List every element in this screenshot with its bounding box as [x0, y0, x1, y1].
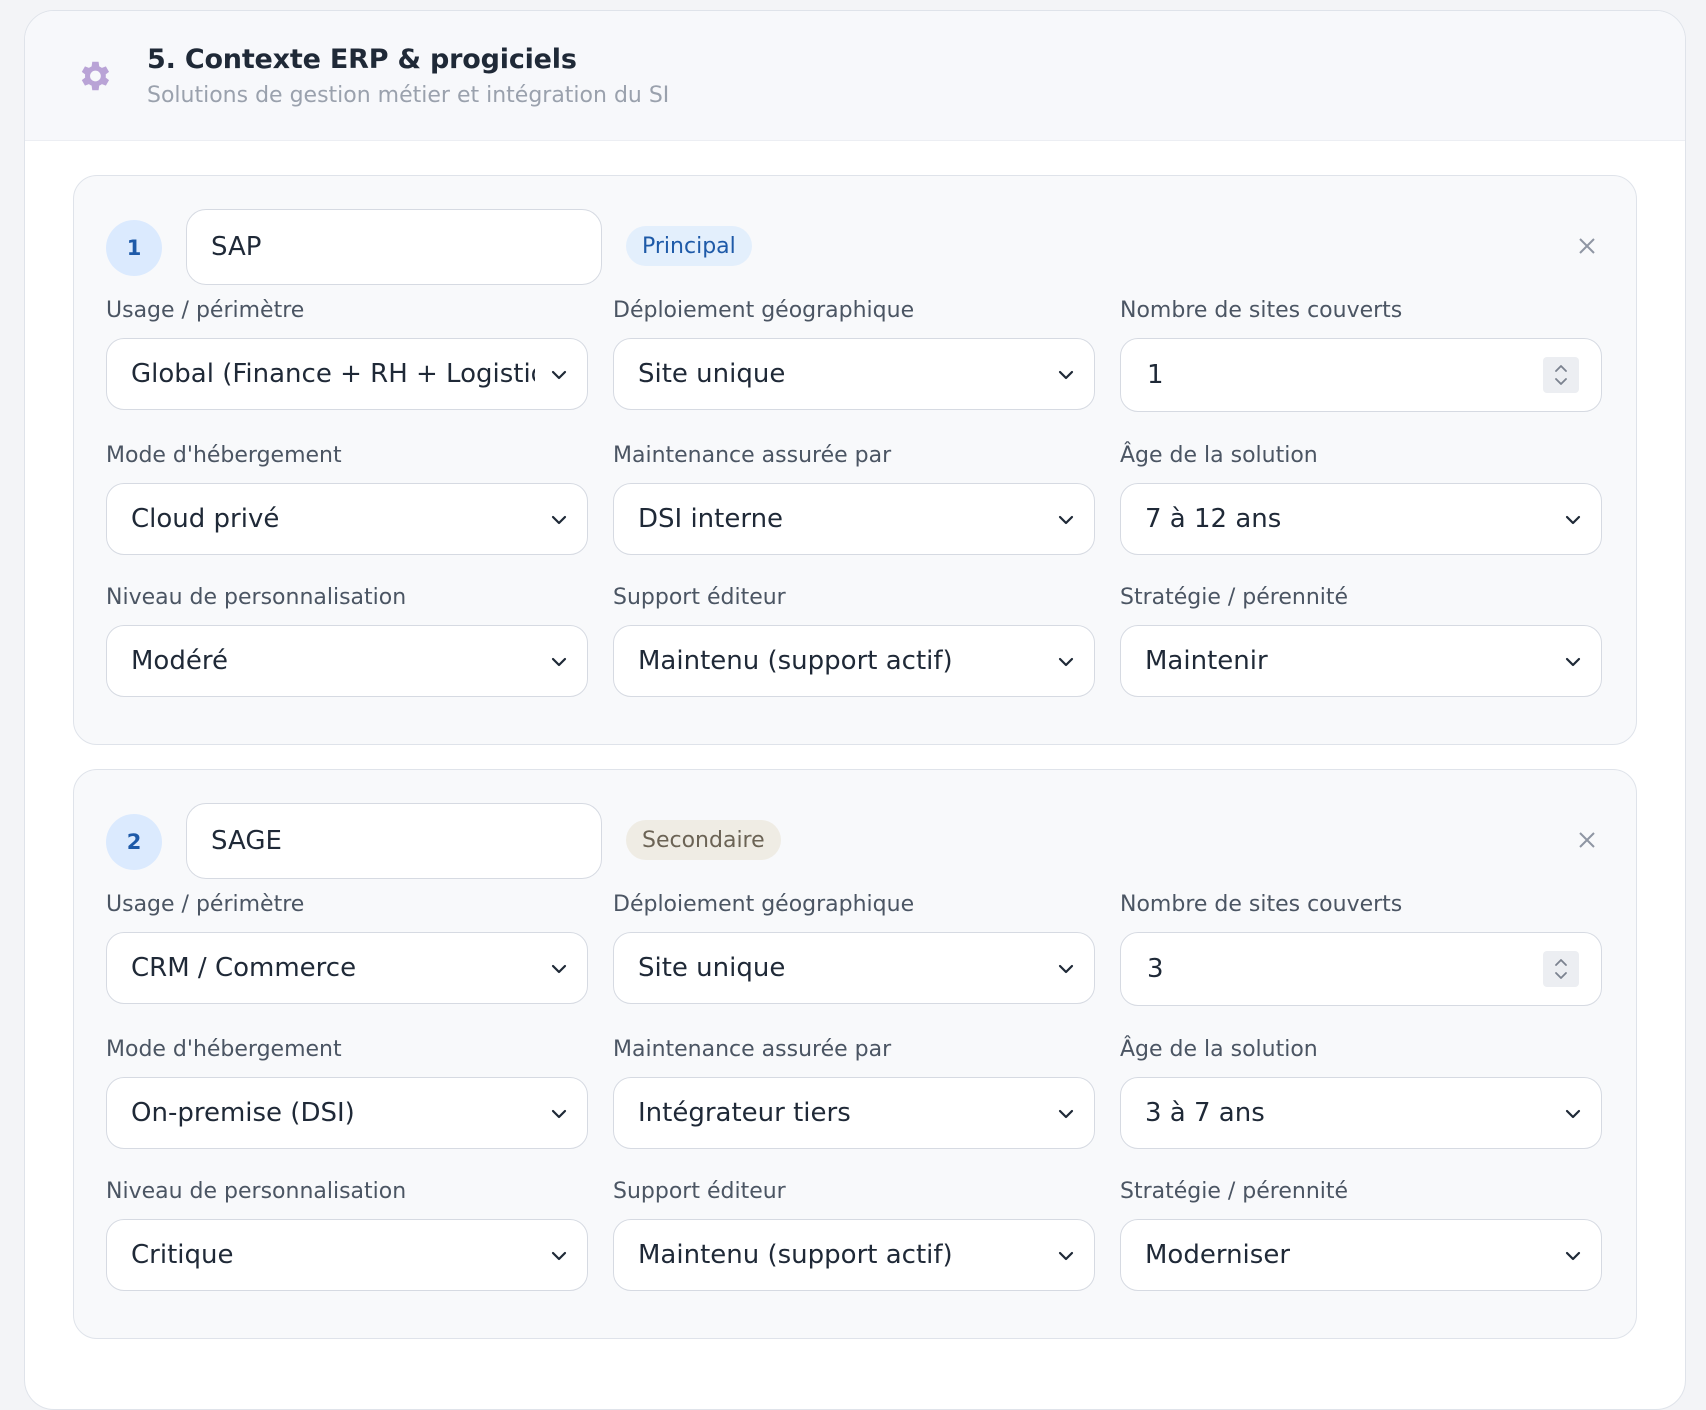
chevron-down-icon	[1058, 1251, 1074, 1261]
strategie-label: Stratégie / pérennité	[1120, 1179, 1349, 1204]
personnalisation-select[interactable]: Modéré	[106, 625, 588, 697]
erp-card-2: 2 Secondaire Usage / périmètre CRM / Com…	[73, 769, 1637, 1339]
erp-role-tag: Secondaire	[626, 820, 781, 860]
chevron-down-icon	[1565, 1109, 1581, 1119]
support-label: Support éditeur	[613, 1179, 786, 1204]
deploiement-value: Site unique	[638, 953, 786, 983]
usage-value: Global (Finance + RH + Logistique)	[131, 359, 535, 389]
gear-icon	[75, 57, 113, 95]
usage-select[interactable]: Global (Finance + RH + Logistique)	[106, 338, 588, 410]
sites-number-input[interactable]: 3	[1120, 932, 1602, 1006]
support-select[interactable]: Maintenu (support actif)	[613, 1219, 1095, 1291]
remove-erp-button[interactable]	[1572, 826, 1602, 856]
chevron-down-icon	[1565, 515, 1581, 525]
sites-value: 1	[1147, 360, 1164, 390]
usage-label: Usage / périmètre	[106, 298, 305, 323]
deploiement-select[interactable]: Site unique	[613, 932, 1095, 1004]
section-header: 5. Contexte ERP & progiciels Solutions d…	[25, 11, 1685, 141]
erp-index-badge: 1	[106, 220, 162, 276]
erp-section-panel: 5. Contexte ERP & progiciels Solutions d…	[24, 10, 1686, 1410]
age-value: 3 à 7 ans	[1145, 1098, 1265, 1128]
chevron-down-icon	[1058, 515, 1074, 525]
sites-label: Nombre de sites couverts	[1120, 298, 1403, 323]
deploiement-label: Déploiement géographique	[613, 892, 915, 917]
remove-erp-button[interactable]	[1572, 232, 1602, 262]
chevron-down-icon	[551, 1109, 567, 1119]
erp-index-badge: 2	[106, 814, 162, 870]
deploiement-value: Site unique	[638, 359, 786, 389]
usage-select[interactable]: CRM / Commerce	[106, 932, 588, 1004]
hebergement-select[interactable]: Cloud privé	[106, 483, 588, 555]
age-label: Âge de la solution	[1120, 443, 1318, 468]
age-label: Âge de la solution	[1120, 1037, 1318, 1062]
personnalisation-label: Niveau de personnalisation	[106, 585, 407, 610]
maintenance-label: Maintenance assurée par	[613, 1037, 892, 1062]
chevron-down-icon	[551, 657, 567, 667]
usage-label: Usage / périmètre	[106, 892, 305, 917]
stepper-icon	[1555, 365, 1567, 385]
sites-value: 3	[1147, 954, 1164, 984]
personnalisation-value: Modéré	[131, 646, 228, 676]
support-value: Maintenu (support actif)	[638, 646, 953, 676]
section-title: 5. Contexte ERP & progiciels	[147, 43, 577, 75]
hebergement-select[interactable]: On-premise (DSI)	[106, 1077, 588, 1149]
chevron-down-icon	[551, 370, 567, 380]
personnalisation-value: Critique	[131, 1240, 234, 1270]
hebergement-value: On-premise (DSI)	[131, 1098, 355, 1128]
strategie-label: Stratégie / pérennité	[1120, 585, 1349, 610]
maintenance-select[interactable]: DSI interne	[613, 483, 1095, 555]
number-stepper[interactable]	[1543, 951, 1579, 987]
deploiement-label: Déploiement géographique	[613, 298, 915, 323]
erp-name-input[interactable]	[186, 803, 602, 879]
erp-role-tag: Principal	[626, 226, 752, 266]
erp-name-input[interactable]	[186, 209, 602, 285]
maintenance-value: Intégrateur tiers	[638, 1098, 851, 1128]
chevron-down-icon	[1058, 964, 1074, 974]
hebergement-label: Mode d'hébergement	[106, 1037, 342, 1062]
chevron-down-icon	[1058, 370, 1074, 380]
age-select[interactable]: 3 à 7 ans	[1120, 1077, 1602, 1149]
personnalisation-select[interactable]: Critique	[106, 1219, 588, 1291]
support-select[interactable]: Maintenu (support actif)	[613, 625, 1095, 697]
strategie-select[interactable]: Maintenir	[1120, 625, 1602, 697]
chevron-down-icon	[1565, 1251, 1581, 1261]
usage-value: CRM / Commerce	[131, 953, 357, 983]
close-icon	[1579, 238, 1595, 254]
sites-number-input[interactable]: 1	[1120, 338, 1602, 412]
chevron-down-icon	[551, 515, 567, 525]
deploiement-select[interactable]: Site unique	[613, 338, 1095, 410]
age-value: 7 à 12 ans	[1145, 504, 1282, 534]
personnalisation-label: Niveau de personnalisation	[106, 1179, 407, 1204]
chevron-down-icon	[551, 964, 567, 974]
hebergement-label: Mode d'hébergement	[106, 443, 342, 468]
maintenance-label: Maintenance assurée par	[613, 443, 892, 468]
stepper-icon	[1555, 959, 1567, 979]
support-label: Support éditeur	[613, 585, 786, 610]
section-subtitle: Solutions de gestion métier et intégrati…	[147, 82, 670, 108]
strategie-value: Maintenir	[1145, 646, 1268, 676]
hebergement-value: Cloud privé	[131, 504, 280, 534]
sites-label: Nombre de sites couverts	[1120, 892, 1403, 917]
maintenance-value: DSI interne	[638, 504, 784, 534]
chevron-down-icon	[551, 1251, 567, 1261]
chevron-down-icon	[1058, 1109, 1074, 1119]
close-icon	[1579, 832, 1595, 848]
chevron-down-icon	[1565, 657, 1581, 667]
strategie-value: Moderniser	[1145, 1240, 1291, 1270]
maintenance-select[interactable]: Intégrateur tiers	[613, 1077, 1095, 1149]
strategie-select[interactable]: Moderniser	[1120, 1219, 1602, 1291]
support-value: Maintenu (support actif)	[638, 1240, 953, 1270]
chevron-down-icon	[1058, 657, 1074, 667]
erp-card-1: 1 Principal Usage / périmètre Global (Fi…	[73, 175, 1637, 745]
number-stepper[interactable]	[1543, 357, 1579, 393]
age-select[interactable]: 7 à 12 ans	[1120, 483, 1602, 555]
